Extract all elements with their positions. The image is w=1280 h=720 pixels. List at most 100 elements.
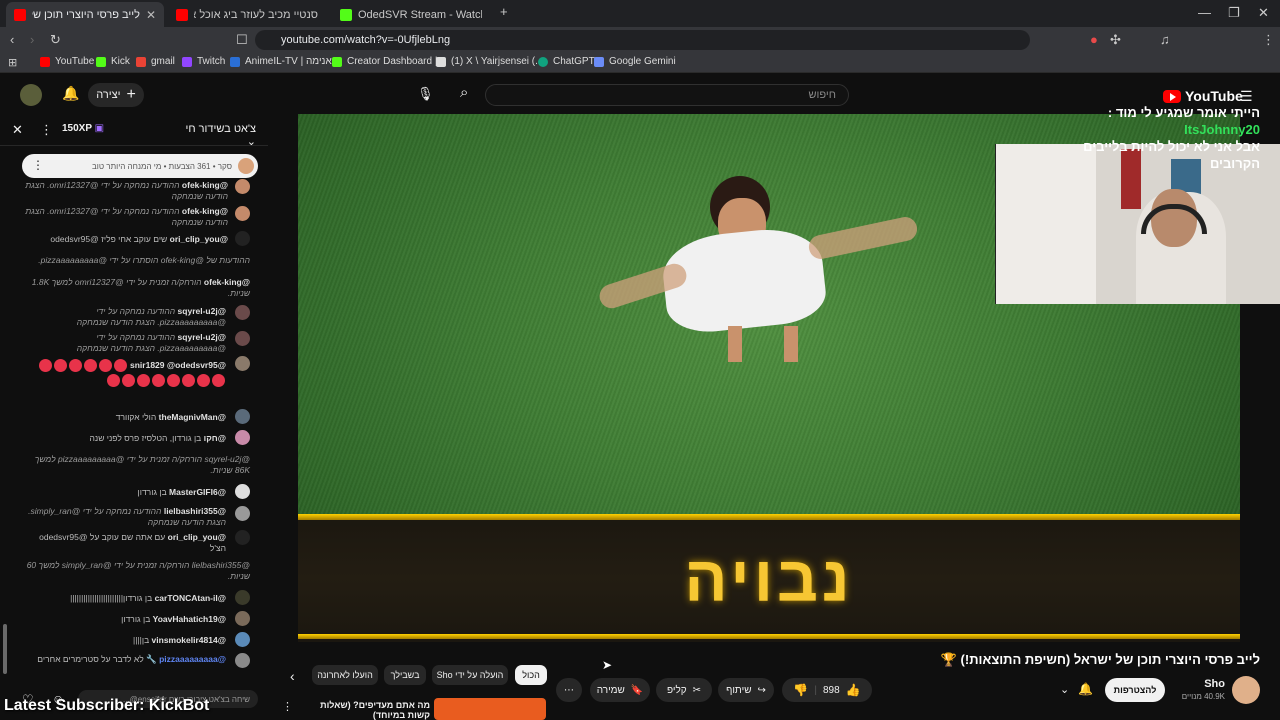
avatar <box>235 653 250 668</box>
mouse-cursor-icon: ➤ <box>602 658 613 672</box>
thumbs-up-icon[interactable]: 👍 <box>846 683 861 697</box>
create-button[interactable]: יצירה + <box>88 83 144 107</box>
chat-menu-icon[interactable]: ⋮ <box>40 122 53 138</box>
notifications-bell-icon[interactable]: 🔔 <box>1078 682 1093 696</box>
subscribe-button[interactable]: להצטרפות <box>1105 678 1165 702</box>
bookmark-animeil[interactable]: AnimeIL-TV | אנימה... <box>230 56 340 67</box>
bookmark-creator-dashboard[interactable]: Creator Dashboard |... <box>332 56 446 67</box>
banner-text: נבויה <box>684 543 854 615</box>
search-input[interactable]: חיפוש <box>485 84 849 106</box>
voice-search-icon[interactable]: 🎙 <box>417 86 434 102</box>
avatar <box>235 484 250 499</box>
xp-badge: 150XP ▣ <box>62 123 105 134</box>
channel-name[interactable]: Sho <box>1180 678 1225 690</box>
tab-active[interactable]: לייב פרסי היוצרי תוכן של ישר ✕ <box>6 2 164 27</box>
chat-message: ההודעות של @ofek-king הוסתרו על ידי @piz… <box>38 255 250 265</box>
browser-menu-icon[interactable]: ⋮ <box>1262 33 1275 47</box>
bookmark-gmail[interactable]: gmail <box>136 56 175 67</box>
like-count: 898 <box>822 684 840 696</box>
url-bar[interactable]: youtube.com/watch?v=-0UfjlebLng <box>255 30 1030 50</box>
youtube-logo: YouTube <box>1163 88 1243 104</box>
chip-by-channel[interactable]: הועלה על ידי Sho <box>432 665 508 685</box>
avatar <box>235 611 250 626</box>
bookmark-gemini[interactable]: Google Gemini <box>594 56 676 67</box>
chip-all[interactable]: הכול <box>515 665 547 685</box>
more-actions-icon[interactable]: ⋯ <box>556 678 582 702</box>
hamburger-menu-icon[interactable]: ☰ <box>1240 88 1253 105</box>
chevron-left-icon[interactable]: ‹ <box>290 668 295 684</box>
tab-3[interactable]: OdedSVR Stream - Watch Live on <box>332 2 490 27</box>
bookmark-icon[interactable]: ☐ <box>236 33 248 47</box>
browser-toolbar: ‹ › ↻ ☐ youtube.com/watch?v=-0UfjlebLng … <box>0 27 1280 53</box>
share-button[interactable]: ↪ שיתוף <box>718 678 774 702</box>
chip-recently-uploaded[interactable]: הועלו לאחרונה <box>312 665 378 685</box>
avatar <box>235 530 250 545</box>
chat-mode-dropdown[interactable]: צ'אט בשידור חי ⌄ <box>176 123 256 148</box>
reload-icon[interactable]: ↻ <box>50 33 61 47</box>
chevron-down-icon: ⌄ <box>246 136 256 148</box>
save-button[interactable]: 🔖 שמירה <box>590 678 650 702</box>
bookmark-youtube[interactable]: YouTube <box>40 56 94 67</box>
bookmark-icon: 🔖 <box>630 684 644 696</box>
pinned-poll-banner[interactable]: סקר • 361 הצבעות • מי המנחה היותר טוב ⋮ <box>22 154 258 178</box>
chat-message: @ori_clip_you עם אתה שם עוקב על @odedsvr… <box>39 532 226 553</box>
chat-header: ✕ ⋮ 150XP ▣ צ'אט בשידור חי ⌄ <box>0 114 268 148</box>
recommendation-title[interactable]: מה אתם מעדיפים? (שאלות קשות במיוחד) <box>300 700 430 720</box>
close-chat-icon[interactable]: ✕ <box>12 122 23 138</box>
bookmark-x[interactable]: (1) X \ Yairjsensei (... <box>436 56 543 67</box>
poll-avatar <box>238 158 254 174</box>
stream-chat-overlay: הייתי אומר שמגיע לי מוד : ItsJohnny20 אב… <box>1083 105 1260 171</box>
avatar <box>235 409 250 424</box>
close-tab-icon[interactable]: ✕ <box>146 8 156 22</box>
media-icon[interactable]: ♫ <box>1160 33 1170 47</box>
latest-subscriber-ticker: Latest Subscriber: KickBot <box>4 697 210 714</box>
maximize-icon[interactable]: ❐ <box>1228 5 1240 21</box>
chip-for-you[interactable]: בשבילך <box>384 665 426 685</box>
back-icon[interactable]: ‹ <box>10 33 14 47</box>
minimize-icon[interactable]: — <box>1198 5 1211 20</box>
browser-tab-bar: לייב פרסי היוצרי תוכן של ישר ✕ סנטיי מכי… <box>0 0 1280 27</box>
chat-message: @חקו בן גורדון, הטלסיז פרס לפני שנה <box>89 433 226 443</box>
chat-message: @pizzaaaaaaaaa 🔧 לא לדבר על סטרימרים אחר… <box>37 654 226 664</box>
close-window-icon[interactable]: ✕ <box>1258 5 1269 21</box>
bookmark-kick[interactable]: Kick <box>96 56 130 67</box>
avatar <box>235 231 250 246</box>
avatar <box>235 506 250 521</box>
extension-record-icon[interactable]: ● <box>1090 33 1098 47</box>
chat-message: @carTONCAtan-il בן גורדון|||||||||||||||… <box>70 593 226 603</box>
tab-title: סנטיי מכיב לעוזר ביג אוכל את הכ <box>194 8 318 21</box>
url-text: youtube.com/watch?v=-0UfjlebLng <box>281 34 451 46</box>
channel-avatar[interactable] <box>1232 676 1260 704</box>
apps-grid-icon[interactable]: ⊞ <box>8 56 17 70</box>
new-tab-icon[interactable]: + <box>500 5 508 19</box>
avatar <box>235 430 250 445</box>
live-chat-panel: ✕ ⋮ 150XP ▣ צ'אט בשידור חי ⌄ סקר • 361 ה… <box>0 114 268 720</box>
bookmark-twitch[interactable]: Twitch <box>182 56 225 67</box>
plus-icon: + <box>126 86 136 103</box>
poll-menu-icon[interactable]: ⋮ <box>32 158 44 172</box>
clip-button[interactable]: ✂ קליפ <box>656 678 712 702</box>
chat-message: @vinsmokelir4814 בן|||| <box>133 635 226 645</box>
avatar <box>235 356 250 371</box>
chat-message: @ofek-king ההודעה נמחקה על ידי @omri1232… <box>25 206 228 227</box>
thumbs-down-icon[interactable]: 👎 <box>793 683 808 697</box>
notifications-bell-icon[interactable]: 🔔 <box>62 85 79 102</box>
avatar <box>235 331 250 346</box>
forward-icon[interactable]: › <box>30 33 34 47</box>
bookmarks-bar: ⊞ YouTube Kick gmail Twitch AnimeIL-TV |… <box>0 53 1280 73</box>
chevron-down-icon[interactable]: ⌄ <box>1060 683 1069 696</box>
account-avatar[interactable] <box>20 84 42 106</box>
tab-title: לייב פרסי היוצרי תוכן של ישר <box>32 8 140 21</box>
tab-2[interactable]: סנטיי מכיב לעוזר ביג אוכל את הכ <box>168 2 326 27</box>
tab-title: OdedSVR Stream - Watch Live on <box>358 8 482 21</box>
extension-icon[interactable]: ✣ <box>1110 33 1121 47</box>
search-icon[interactable]: ⌕ <box>460 84 468 101</box>
avatar <box>235 590 250 605</box>
recommendation-thumbnail[interactable] <box>434 698 546 720</box>
chat-message: @ori_clip_you שים עוקב אחי פליז @odedsvr… <box>50 234 228 244</box>
chat-message: @lielbashiri355 ההודעה נמחקה על ידי @sim… <box>28 506 226 527</box>
chat-scroll-thumb[interactable] <box>3 624 7 674</box>
chat-message: @lielbashiri355 הורחק/ה זמנית על ידי @si… <box>26 560 250 581</box>
like-dislike-group: 👍 898 | 👎 <box>782 678 872 702</box>
bookmark-chatgpt[interactable]: ChatGPT <box>538 56 595 67</box>
